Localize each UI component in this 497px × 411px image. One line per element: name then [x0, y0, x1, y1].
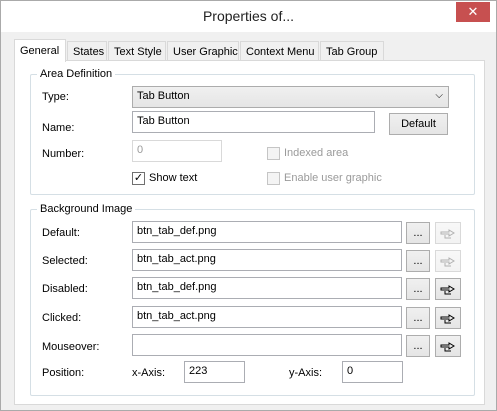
x-axis-field[interactable]: 223 [184, 361, 245, 383]
bg-selected-pick-button[interactable] [435, 250, 461, 272]
show-text-checkbox[interactable]: ✓ [132, 172, 145, 185]
y-axis-field[interactable]: 0 [342, 361, 403, 383]
bg-clicked-pick-button[interactable] [435, 307, 461, 329]
hand-pointer-icon [440, 255, 456, 267]
area-definition-legend: Area Definition [37, 68, 116, 80]
bg-mouseover-label: Mouseover: [42, 341, 100, 353]
show-text-label: Show text [149, 172, 198, 184]
x-axis-label: x-Axis: [132, 367, 165, 379]
bg-mouseover-field[interactable] [132, 334, 402, 356]
title-bar: Properties of... ✕ [1, 1, 496, 32]
indexed-area-label: Indexed area [284, 147, 349, 159]
bg-selected-label: Selected: [42, 255, 88, 267]
position-label: Position: [42, 367, 85, 379]
properties-dialog: Properties of... ✕ General States Text S… [0, 0, 497, 411]
bg-clicked-field[interactable]: btn_tab_act.png [132, 306, 402, 328]
bg-disabled-browse-button[interactable]: ... [406, 278, 430, 300]
close-icon: ✕ [467, 4, 479, 19]
bg-default-field[interactable]: btn_tab_def.png [132, 221, 402, 243]
default-button[interactable]: Default [389, 113, 448, 135]
checkmark-icon: ✓ [133, 172, 144, 184]
tab-user-graphic[interactable]: User Graphic [167, 41, 239, 61]
window-title: Properties of... [202, 8, 295, 24]
close-button[interactable]: ✕ [456, 2, 490, 22]
hand-pointer-icon [440, 283, 456, 295]
general-panel: Area Definition Type: Tab Button ⌵ Name:… [14, 60, 485, 405]
bg-clicked-browse-button[interactable]: ... [406, 307, 430, 329]
bg-disabled-field[interactable]: btn_tab_def.png [132, 277, 402, 299]
bg-default-pick-button[interactable] [435, 222, 461, 244]
tab-text-style[interactable]: Text Style [108, 41, 166, 61]
bg-selected-field[interactable]: btn_tab_act.png [132, 249, 402, 271]
hand-pointer-icon [440, 312, 456, 324]
bg-mouseover-browse-button[interactable]: ... [406, 335, 430, 357]
enable-user-graphic-checkbox[interactable] [267, 172, 280, 185]
enable-user-graphic-label: Enable user graphic [284, 172, 382, 184]
name-field[interactable]: Tab Button [132, 111, 375, 133]
tab-context-menu[interactable]: Context Menu [240, 41, 319, 61]
bg-selected-browse-button[interactable]: ... [406, 250, 430, 272]
bg-disabled-pick-button[interactable] [435, 278, 461, 300]
background-image-legend: Background Image [37, 203, 136, 215]
name-label: Name: [42, 122, 75, 134]
tab-general[interactable]: General [14, 39, 66, 62]
tab-tab-group[interactable]: Tab Group [320, 41, 384, 61]
hand-pointer-icon [440, 227, 456, 239]
bg-disabled-label: Disabled: [42, 283, 88, 295]
type-select-value: Tab Button [137, 90, 190, 102]
chevron-down-icon: ⌵ [435, 90, 443, 101]
bg-default-browse-button[interactable]: ... [406, 222, 430, 244]
hand-pointer-icon [440, 340, 456, 352]
tab-states[interactable]: States [67, 41, 107, 61]
indexed-area-checkbox[interactable] [267, 147, 280, 160]
number-field[interactable]: 0 [132, 140, 222, 162]
bg-default-label: Default: [42, 227, 80, 239]
number-label: Number: [42, 148, 85, 160]
type-label: Type: [42, 91, 69, 103]
bg-clicked-label: Clicked: [42, 312, 82, 324]
y-axis-label: y-Axis: [289, 367, 322, 379]
type-select[interactable]: Tab Button ⌵ [132, 86, 449, 108]
bg-mouseover-pick-button[interactable] [435, 335, 461, 357]
